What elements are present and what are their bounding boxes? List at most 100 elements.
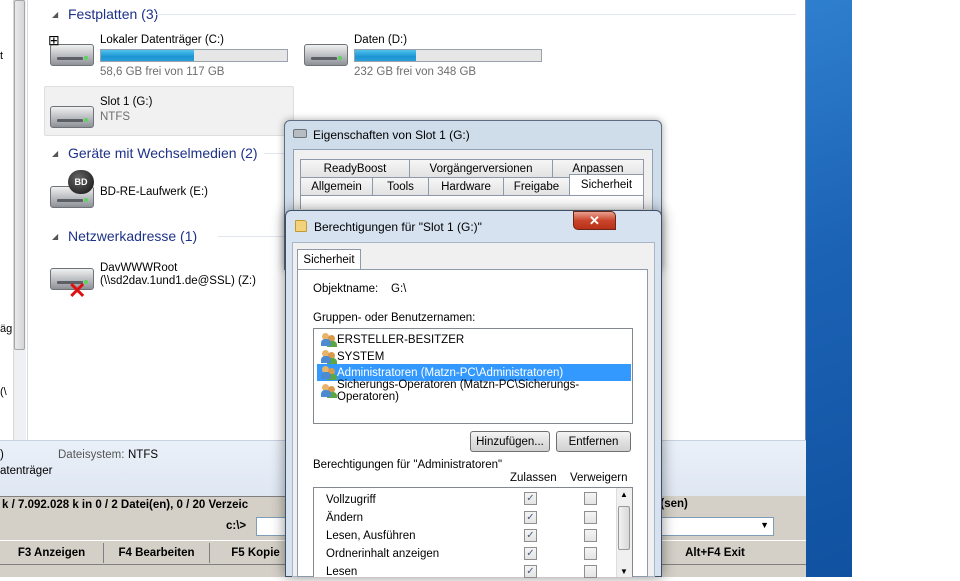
permission-row: Lesen <box>326 563 357 581</box>
allow-checkbox[interactable]: ✓ <box>524 565 537 578</box>
close-button[interactable]: ✕ <box>573 211 616 230</box>
tab-vorgaengerversionen[interactable]: Vorgängerversionen <box>409 159 553 177</box>
permission-name: Ändern <box>326 512 364 524</box>
f3-view-button[interactable]: F3 Anzeigen <box>0 543 104 563</box>
remove-button[interactable]: Entfernen <box>556 431 631 452</box>
drive-name: DavWWWRoot <box>100 262 178 274</box>
drive-e[interactable]: BD BD-RE-Laufwerk (E:) <box>46 170 208 210</box>
tab-tools[interactable]: Tools <box>372 177 429 195</box>
user-name: ERSTELLER-BESITZER <box>337 333 465 346</box>
left-pane-scroll-thumb[interactable] <box>14 0 25 350</box>
tab-sicherheit[interactable]: Sicherheit <box>569 174 644 195</box>
group-header-wechselmedien[interactable]: ◢ Geräte mit Wechselmedien (2) <box>52 145 258 161</box>
collapse-arrow-icon[interactable]: ◢ <box>52 149 60 158</box>
left-pane-text: t <box>0 50 4 62</box>
allow-checkbox[interactable]: ✓ <box>524 492 537 505</box>
drive-space: 58,6 GB frei von 117 GB <box>100 66 225 78</box>
group-header-festplatten[interactable]: ◢ Festplatten (3) <box>52 6 158 22</box>
drive-name: Lokaler Datenträger (C:) <box>100 34 224 46</box>
deny-checkbox[interactable] <box>584 492 597 505</box>
drive-g[interactable]: Slot 1 (G:) NTFS <box>46 94 152 134</box>
list-item[interactable]: Sicherungs-Operatoren (Matzn-PC\Sicherun… <box>317 379 631 403</box>
tab-sicherheit[interactable]: Sicherheit <box>297 249 361 270</box>
deny-checkbox[interactable] <box>584 529 597 542</box>
tab-readyboost[interactable]: ReadyBoost <box>300 159 410 177</box>
drive-z[interactable]: ✕ DavWWWRoot (\\sd2dav.1und1.de@SSL) (Z:… <box>46 260 256 303</box>
exit-button[interactable]: Alt+F4 Exit <box>662 543 768 563</box>
permission-name: Ordnerinhalt anzeigen <box>326 548 440 560</box>
drive-name: Daten (D:) <box>354 34 408 46</box>
tc-status-text: k / 7.092.028 k in 0 / 2 Datei(en), 0 / … <box>2 499 249 511</box>
drive-name: Slot 1 (G:) <box>100 96 153 108</box>
filesystem-value: NTFS <box>128 449 159 461</box>
column-allow: Zulassen <box>510 472 557 484</box>
dropdown-arrow-icon[interactable]: ▼ <box>760 520 769 530</box>
drive-name: BD-RE-Laufwerk (E:) <box>100 186 208 198</box>
drive-icon <box>293 129 307 138</box>
user-name: Sicherungs-Operatoren (Matzn-PC\Sicherun… <box>337 378 580 403</box>
user-group-icon <box>321 383 337 398</box>
deny-checkbox[interactable] <box>584 511 597 524</box>
user-group-icon <box>321 349 337 364</box>
user-group-icon <box>321 365 337 380</box>
details-text: ) <box>0 449 4 461</box>
column-deny: Verweigern <box>570 472 628 484</box>
drive-path: (\\sd2dav.1und1.de@SSL) (Z:) <box>100 275 256 287</box>
tab-freigabe[interactable]: Freigabe <box>503 177 570 195</box>
group-header-netzwerk[interactable]: ◢ Netzwerkadresse (1) <box>52 228 197 244</box>
scroll-down-icon[interactable]: ▼ <box>620 567 628 576</box>
drive-c[interactable]: ⊞ Lokaler Datenträger (C:) 58,6 GB frei … <box>46 32 288 78</box>
group-label: Geräte mit Wechselmedien (2) <box>68 145 258 161</box>
collapse-arrow-icon[interactable]: ◢ <box>52 10 60 19</box>
deny-checkbox[interactable] <box>584 565 597 578</box>
list-item[interactable]: SYSTEM <box>317 348 631 365</box>
object-name-value: G:\ <box>391 283 407 295</box>
deny-checkbox[interactable] <box>584 547 597 560</box>
user-name: Administratoren (Matzn-PC\Administratore… <box>337 366 564 379</box>
left-pane-text: äg <box>0 323 13 335</box>
user-name: SYSTEM <box>337 350 385 363</box>
network-drive-disconnected-icon: ✕ <box>46 260 98 303</box>
group-label: Netzwerkadresse (1) <box>68 228 198 244</box>
list-item[interactable]: ERSTELLER-BESITZER <box>317 331 631 348</box>
f5-copy-button[interactable]: F5 Kopie <box>216 543 296 563</box>
allow-checkbox[interactable]: ✓ <box>524 511 537 524</box>
drive-icon: ⊞ <box>46 32 98 72</box>
windows-logo-icon: ⊞ <box>48 32 60 48</box>
dialog-title: Eigenschaften von Slot 1 (G:) <box>313 128 470 142</box>
permission-row: Ändern <box>326 509 363 527</box>
allow-checkbox[interactable]: ✓ <box>524 529 537 542</box>
permission-row: Ordnerinhalt anzeigen <box>326 545 439 563</box>
left-pane-text: (\ <box>0 386 7 398</box>
add-button[interactable]: Hinzufügen... <box>470 431 550 452</box>
details-text: atenträger <box>0 465 53 477</box>
user-group-icon <box>321 332 337 347</box>
scroll-up-icon[interactable]: ▲ <box>620 490 628 499</box>
f4-edit-button[interactable]: F4 Bearbeiten <box>104 543 210 563</box>
permission-list-scroll-thumb[interactable] <box>618 506 630 550</box>
collapse-arrow-icon[interactable]: ◢ <box>52 232 60 241</box>
tab-allgemein[interactable]: Allgemein <box>300 177 373 195</box>
screen-blank-area <box>852 0 960 577</box>
bd-logo: BD <box>68 170 94 194</box>
tab-hardware[interactable]: Hardware <box>428 177 504 195</box>
close-icon: ✕ <box>589 212 600 228</box>
permission-name: Lesen <box>326 566 358 578</box>
permissions-label: Berechtigungen für "Administratoren" <box>313 459 503 471</box>
drive-usage-bar <box>354 49 542 62</box>
groups-label: Gruppen- oder Benutzernamen: <box>313 312 476 324</box>
drive-usage-bar <box>100 49 288 62</box>
permission-row: Lesen, Ausführen <box>326 527 416 545</box>
folder-icon <box>295 220 307 232</box>
tc-path-label: c:\> <box>226 520 247 532</box>
permission-name: Vollzugriff <box>326 494 376 506</box>
object-name-label: Objektname: <box>313 283 379 295</box>
user-list[interactable]: ERSTELLER-BESITZER SYSTEM Administratore… <box>313 328 633 424</box>
allow-checkbox[interactable]: ✓ <box>524 547 537 560</box>
properties-tab-panel <box>300 195 644 209</box>
drive-icon <box>300 32 352 72</box>
dialog-title: Berechtigungen für "Slot 1 (G:)" <box>314 220 482 234</box>
group-divider <box>218 236 284 237</box>
drive-space: 232 GB frei von 348 GB <box>354 66 477 78</box>
drive-d[interactable]: Daten (D:) 232 GB frei von 348 GB <box>300 32 542 78</box>
